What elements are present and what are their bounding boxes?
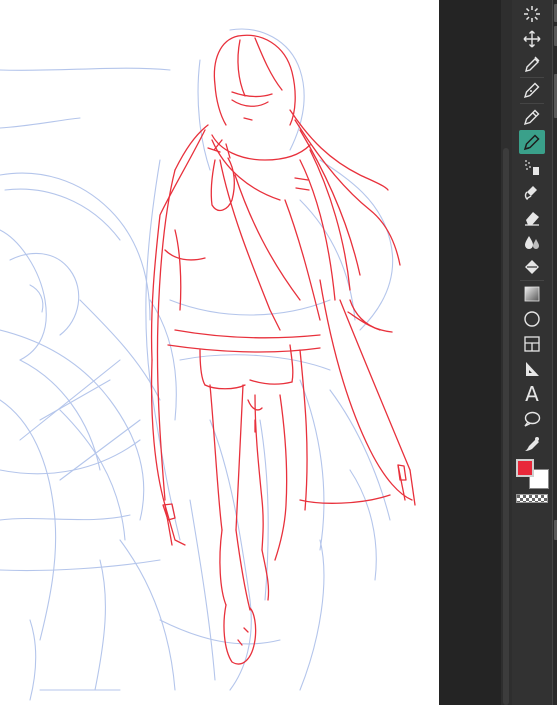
blend-tool[interactable] (519, 230, 545, 254)
gradient-icon (524, 286, 540, 302)
frame-border-icon (524, 336, 540, 352)
decoration-tool[interactable] (519, 180, 545, 204)
pen-nib-icon (523, 109, 540, 126)
figure-tool[interactable] (519, 307, 545, 331)
move-tool[interactable] (519, 27, 545, 51)
move-arrows-icon (523, 30, 541, 48)
ruler-tool[interactable] (519, 357, 545, 381)
foreground-color-chip[interactable] (516, 459, 534, 477)
eyedropper-tool[interactable] (519, 52, 545, 76)
airbrush-tool[interactable] (519, 155, 545, 179)
brush-pen-tool[interactable] (519, 130, 545, 154)
correct-line-icon (525, 437, 539, 451)
tool-palette: A (512, 0, 552, 705)
correct-line-tool[interactable] (519, 432, 545, 456)
circle-shape-icon (524, 311, 540, 327)
decoration-brush-icon (524, 186, 537, 201)
text-tool[interactable]: A (519, 382, 545, 406)
blend-drops-icon (525, 236, 539, 249)
magic-wand-icon (524, 6, 540, 22)
pen-tool[interactable] (519, 78, 545, 102)
airbrush-icon (525, 160, 539, 175)
magic-wand-tool[interactable] (519, 2, 545, 26)
sketch-artwork (0, 28, 416, 701)
speech-balloon-icon (524, 411, 541, 427)
brush-pen-icon (523, 134, 540, 151)
gradient-tool[interactable] (519, 282, 545, 306)
color-swatch[interactable] (514, 457, 550, 491)
pen-nib-tool[interactable] (519, 105, 545, 129)
text-icon: A (525, 382, 539, 406)
balloon-tool[interactable] (519, 407, 545, 431)
workspace-background (439, 0, 501, 705)
pen-icon (523, 82, 540, 99)
fill-tool[interactable] (519, 255, 545, 279)
eraser-tool[interactable] (519, 205, 545, 229)
ruler-icon (526, 362, 539, 376)
tool-separator (520, 103, 544, 104)
scrollbar-thumb[interactable] (503, 148, 509, 705)
eraser-icon (525, 212, 539, 226)
paint-bucket-icon (525, 260, 539, 274)
drawing-canvas[interactable] (0, 0, 439, 705)
transparent-color-chip[interactable] (516, 494, 548, 503)
tool-separator (520, 280, 544, 281)
frame-tool[interactable] (519, 332, 545, 356)
panel-edge (552, 0, 557, 705)
eyedropper-icon (525, 56, 540, 72)
